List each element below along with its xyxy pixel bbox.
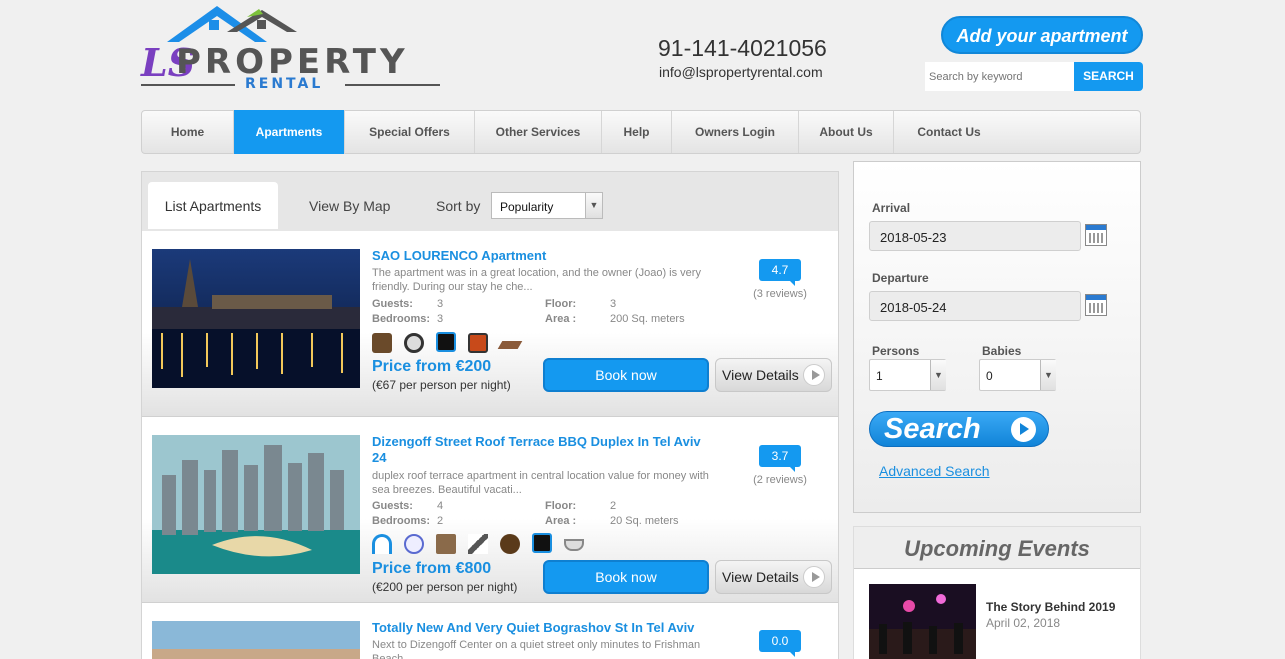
hairdryer-icon xyxy=(436,332,456,352)
search-button[interactable]: Search xyxy=(869,411,1049,447)
persons-label: Persons xyxy=(872,344,920,358)
coffee-icon xyxy=(500,534,520,554)
price-per-person: (€67 per person per night) xyxy=(372,378,511,392)
area-label: Area : xyxy=(545,313,577,325)
nav-owners-login[interactable]: Owners Login xyxy=(672,111,799,153)
events-heading: Upcoming Events xyxy=(854,527,1140,569)
price-per-person: (€200 per person per night) xyxy=(372,580,518,594)
keyword-search-button[interactable]: SEARCH xyxy=(1074,62,1143,91)
arrow-right-icon xyxy=(803,364,825,386)
nav-apartments[interactable]: Apartments xyxy=(234,110,345,154)
apartment-card: Dizengoff Street Roof Terrace BBQ Duplex… xyxy=(142,417,838,603)
tab-view-by-map[interactable]: View By Map xyxy=(309,198,390,214)
apartment-description: duplex roof terrace apartment in central… xyxy=(372,470,709,496)
contact-phone: 91-141-4021056 xyxy=(658,35,827,61)
microwave-icon xyxy=(468,333,488,353)
sort-label: Sort by xyxy=(436,198,481,214)
area-label: Area : xyxy=(545,515,577,527)
book-now-button[interactable]: Book now xyxy=(543,358,709,392)
floor-label: Floor: xyxy=(545,298,577,310)
price-from: Price from €800 xyxy=(372,560,492,577)
washer-icon xyxy=(404,333,424,353)
departure-label: Departure xyxy=(872,271,929,285)
search-button-label: Search xyxy=(884,413,981,445)
dryer-icon xyxy=(532,533,552,553)
arrival-date-input[interactable]: 2018-05-23 xyxy=(869,221,1081,251)
phone-icon xyxy=(404,534,424,554)
rating-badge: 0.0 xyxy=(759,630,801,657)
rating-badge: 4.7 xyxy=(759,259,801,286)
floor-label: Floor: xyxy=(545,500,577,512)
apartment-title[interactable]: SAO LOURENCO Apartment xyxy=(372,248,712,264)
nav-contact-us[interactable]: Contact Us xyxy=(894,111,1004,153)
tab-list-apartments[interactable]: List Apartments xyxy=(148,182,278,229)
bathtub-icon xyxy=(564,539,584,551)
area-value: 20 Sq. meters xyxy=(610,515,679,527)
guests-value: 3 xyxy=(437,298,444,310)
apartment-card: Totally New And Very Quiet Bograshov St … xyxy=(142,603,838,659)
bedrooms-value: 2 xyxy=(437,515,444,527)
apartment-description: The apartment was in a great location, a… xyxy=(372,267,701,293)
contact-email[interactable]: info@lspropertyrental.com xyxy=(659,64,823,80)
calendar-icon[interactable] xyxy=(1085,294,1107,316)
safe-icon xyxy=(436,534,456,554)
price-from: Price from €200 xyxy=(372,358,492,375)
wifi-icon xyxy=(372,534,392,554)
logo-divider xyxy=(345,84,440,86)
floor-value: 3 xyxy=(610,298,617,310)
apartment-photo[interactable] xyxy=(152,621,360,659)
apartment-description: Next to Dizengoff Center on a quiet stre… xyxy=(372,639,701,659)
event-date: April 02, 2018 xyxy=(986,616,1061,630)
arrival-label: Arrival xyxy=(872,201,911,215)
apartment-card: SAO LOURENCO Apartment The apartment was… xyxy=(142,231,838,417)
chevron-down-icon[interactable]: ▼ xyxy=(585,193,602,218)
nav-home[interactable]: Home xyxy=(142,111,234,153)
apartment-photo[interactable] xyxy=(152,435,360,574)
add-apartment-button[interactable]: Add your apartment xyxy=(941,16,1143,54)
main-nav: Home Apartments Special Offers Other Ser… xyxy=(141,110,1141,154)
floor-icon xyxy=(497,341,523,349)
area-value: 200 Sq. meters xyxy=(610,313,685,325)
guests-label: Guests: xyxy=(372,500,413,512)
view-details-label: View Details xyxy=(722,367,799,383)
floor-value: 2 xyxy=(610,500,617,512)
nav-help[interactable]: Help xyxy=(602,111,672,153)
bedrooms-label: Bedrooms: xyxy=(372,515,431,527)
view-details-label: View Details xyxy=(722,569,799,585)
apartment-title[interactable]: Totally New And Very Quiet Bograshov St … xyxy=(372,620,712,636)
nav-about-us[interactable]: About Us xyxy=(799,111,894,153)
rating-badge: 3.7 xyxy=(759,445,801,472)
iron-icon xyxy=(372,333,392,353)
nav-special-offers[interactable]: Special Offers xyxy=(345,111,475,153)
apartment-photo[interactable] xyxy=(152,249,360,388)
guests-value: 4 xyxy=(437,500,444,512)
apartment-title[interactable]: Dizengoff Street Roof Terrace BBQ Duplex… xyxy=(372,434,712,466)
advanced-search-link[interactable]: Advanced Search xyxy=(879,463,990,479)
guests-label: Guests: xyxy=(372,298,413,310)
calendar-icon[interactable] xyxy=(1085,224,1107,246)
view-details-button[interactable]: View Details xyxy=(715,358,832,392)
arrow-right-icon xyxy=(803,566,825,588)
reviews-count[interactable]: (2 reviews) xyxy=(742,474,818,486)
bedrooms-label: Bedrooms: xyxy=(372,313,431,325)
logo-subtitle: RENTAL xyxy=(245,76,324,92)
arrow-right-icon xyxy=(1011,417,1036,442)
book-now-button[interactable]: Book now xyxy=(543,560,709,594)
reviews-count[interactable]: (3 reviews) xyxy=(742,288,818,300)
event-photo[interactable] xyxy=(869,584,976,659)
event-title[interactable]: The Story Behind 2019 xyxy=(986,600,1115,614)
view-details-button[interactable]: View Details xyxy=(715,560,832,594)
chevron-down-icon[interactable]: ▼ xyxy=(1040,360,1056,390)
logo-divider xyxy=(141,84,235,86)
departure-date-input[interactable]: 2018-05-24 xyxy=(869,291,1081,321)
babies-label: Babies xyxy=(982,344,1022,358)
bedrooms-value: 3 xyxy=(437,313,444,325)
nav-other-services[interactable]: Other Services xyxy=(475,111,602,153)
hairdryer-icon xyxy=(468,534,488,554)
keyword-search-input[interactable] xyxy=(925,62,1075,91)
chevron-down-icon[interactable]: ▼ xyxy=(930,360,946,390)
